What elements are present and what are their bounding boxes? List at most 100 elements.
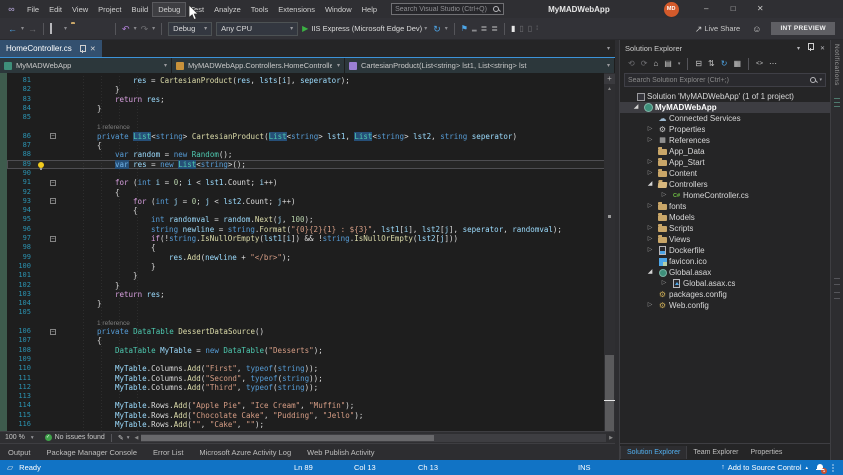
code-line-114[interactable]: 114MyTable.Rows.Add("Apple Pie", "Ice Cr…	[7, 401, 615, 410]
expand-arrow-icon[interactable]: ▷	[644, 300, 656, 311]
chevron-down-icon[interactable]: ▾	[797, 45, 800, 52]
navigate-back-icon[interactable]: ←	[8, 24, 17, 34]
line-number[interactable]: 83	[7, 95, 35, 104]
tree-item-dockerfile[interactable]: ▷Dockerfile	[620, 245, 830, 256]
tree-item-global-asax[interactable]: ◢Global.asax	[620, 267, 830, 278]
insert-mode-indicator[interactable]: INS	[578, 460, 591, 475]
code-line-106[interactable]: 106–private DataTable DessertDataSource(…	[7, 327, 615, 336]
line-number[interactable]: 95	[7, 215, 35, 224]
menu-test[interactable]: Test	[185, 3, 209, 16]
solution-configuration-dropdown[interactable]: Debug▾	[168, 22, 212, 36]
menu-file[interactable]: File	[22, 3, 44, 16]
line-number[interactable]: 92	[7, 188, 35, 197]
line-number[interactable]: 91	[7, 178, 35, 187]
fold-margin[interactable]	[49, 290, 61, 299]
panel-tab-web-publish-activity[interactable]: Web Publish Activity	[307, 448, 374, 457]
notifications-strip[interactable]: Notifications	[830, 40, 843, 460]
fold-margin[interactable]	[49, 253, 61, 262]
tree-item-homecontroller-cs[interactable]: ▷C#HomeController.cs	[620, 190, 830, 201]
indent-decrease-icon[interactable]: ≣	[481, 24, 488, 34]
menu-view[interactable]: View	[67, 3, 93, 16]
glyph-margin[interactable]	[35, 271, 49, 280]
code-line-91[interactable]: 91–for (int i = 0; i < lst1.Count; i++)	[7, 178, 615, 187]
line-number[interactable]: 90	[7, 169, 35, 178]
line-number[interactable]: 101	[7, 271, 35, 280]
glyph-margin[interactable]	[35, 234, 49, 243]
glyph-margin[interactable]	[35, 374, 49, 383]
codelens-references[interactable]: 1 reference	[97, 320, 130, 327]
code-line-97[interactable]: 97–if(!string.IsNullOrEmpty(lst1[i]) && …	[7, 234, 615, 243]
glyph-margin[interactable]	[35, 178, 49, 187]
collapse-arrow-icon[interactable]: ◢	[644, 179, 656, 190]
fold-margin[interactable]: –	[49, 178, 61, 187]
glyph-margin[interactable]	[35, 215, 49, 224]
fold-margin[interactable]	[49, 104, 61, 113]
fold-margin[interactable]	[49, 141, 61, 150]
glyph-margin[interactable]	[35, 364, 49, 373]
fold-margin[interactable]	[49, 364, 61, 373]
code-line-109[interactable]: 109	[7, 355, 615, 364]
lightbulb-icon[interactable]	[38, 162, 44, 168]
code-line-101[interactable]: 101}	[7, 271, 615, 280]
fold-margin[interactable]	[49, 281, 61, 290]
code-line-99[interactable]: 99res.Add(newline + "</br>");	[7, 253, 615, 262]
expand-arrow-icon[interactable]: ▷	[644, 234, 656, 245]
redo-dropdown-icon[interactable]: ▾	[152, 24, 155, 34]
panel-tab-microsoft-azure-activity-log[interactable]: Microsoft Azure Activity Log	[199, 448, 291, 457]
show-all-files-icon[interactable]: ▦	[733, 59, 741, 69]
tree-item-views[interactable]: ▷Views	[620, 234, 830, 245]
navigate-forward-icon[interactable]: →	[28, 24, 37, 34]
code-line-89[interactable]: 89var res = new List<string>();	[7, 160, 615, 169]
fold-margin[interactable]: –	[49, 197, 61, 206]
expand-arrow-icon[interactable]: ▷	[644, 124, 656, 135]
expand-arrow-icon[interactable]: ▷	[644, 201, 656, 212]
line-number[interactable]: 104	[7, 299, 35, 308]
undo-dropdown-icon[interactable]: ▾	[134, 24, 137, 34]
live-share-button[interactable]: ↗ Live Share	[693, 24, 740, 34]
code-line-108[interactable]: 108DataTable MyTable = new DataTable("De…	[7, 346, 615, 355]
close-panel-icon[interactable]: ✕	[820, 45, 825, 52]
code-line-94[interactable]: 94{	[7, 206, 615, 215]
codelens-references[interactable]: 1 reference	[97, 124, 130, 131]
tree-item-solution-mymadwebapp-1-of-1-project[interactable]: Solution 'MyMADWebApp' (1 of 1 project)	[620, 91, 830, 102]
glyph-margin[interactable]	[35, 392, 49, 401]
code-line-96[interactable]: 96string newline = string.Format("{0}{2}…	[7, 225, 615, 234]
code-line-112[interactable]: 112MyTable.Columns.Add("Third", typeof(s…	[7, 383, 615, 392]
tree-item-web-config[interactable]: ▷⚙Web.config	[620, 300, 830, 311]
tab-properties[interactable]: Properties	[744, 446, 788, 459]
fold-margin[interactable]	[49, 113, 61, 122]
scrollbar-thumb[interactable]	[605, 355, 614, 431]
collapse-region-icon[interactable]: –	[50, 329, 56, 335]
tree-item-mymadwebapp[interactable]: ◢MyMADWebApp	[620, 102, 830, 113]
collapse-region-icon[interactable]: –	[50, 198, 56, 204]
fold-margin[interactable]	[49, 243, 61, 252]
fold-margin[interactable]	[49, 206, 61, 215]
line-number[interactable]: 103	[7, 290, 35, 299]
glyph-margin[interactable]	[35, 281, 49, 290]
line-number[interactable]: 86	[7, 132, 35, 141]
more-options-icon[interactable]: ⋯	[769, 59, 777, 69]
line-number[interactable]: 108	[7, 346, 35, 355]
new-file-dropdown-icon[interactable]: ▾	[64, 24, 67, 34]
fold-margin[interactable]: –	[49, 327, 61, 336]
collapse-region-icon[interactable]: –	[50, 236, 56, 242]
tree-item-models[interactable]: Models	[620, 212, 830, 223]
code-line-104[interactable]: 104}	[7, 299, 615, 308]
fold-margin[interactable]	[49, 383, 61, 392]
switch-views-icon[interactable]: ▤	[664, 59, 672, 69]
line-number[interactable]: 89	[7, 160, 35, 169]
fold-margin[interactable]	[49, 411, 61, 420]
refresh-icon[interactable]: ↻	[433, 24, 441, 34]
glyph-margin[interactable]	[35, 113, 49, 122]
codelens-row[interactable]: 1 reference	[7, 122, 615, 131]
glyph-margin[interactable]	[35, 327, 49, 336]
menu-help[interactable]: Help	[357, 3, 382, 16]
forward-icon[interactable]: ⟳	[641, 59, 648, 69]
line-number[interactable]: 116	[7, 420, 35, 429]
int-preview-button[interactable]: INT PREVIEW	[771, 22, 835, 35]
expand-arrow-icon[interactable]: ▷	[644, 223, 656, 234]
line-number[interactable]: 88	[7, 150, 35, 159]
solution-platform-dropdown[interactable]: Any CPU▾	[216, 22, 298, 36]
fold-margin[interactable]	[49, 392, 61, 401]
breadcrumb-project[interactable]: MyMADWebApp ▾	[0, 58, 172, 73]
